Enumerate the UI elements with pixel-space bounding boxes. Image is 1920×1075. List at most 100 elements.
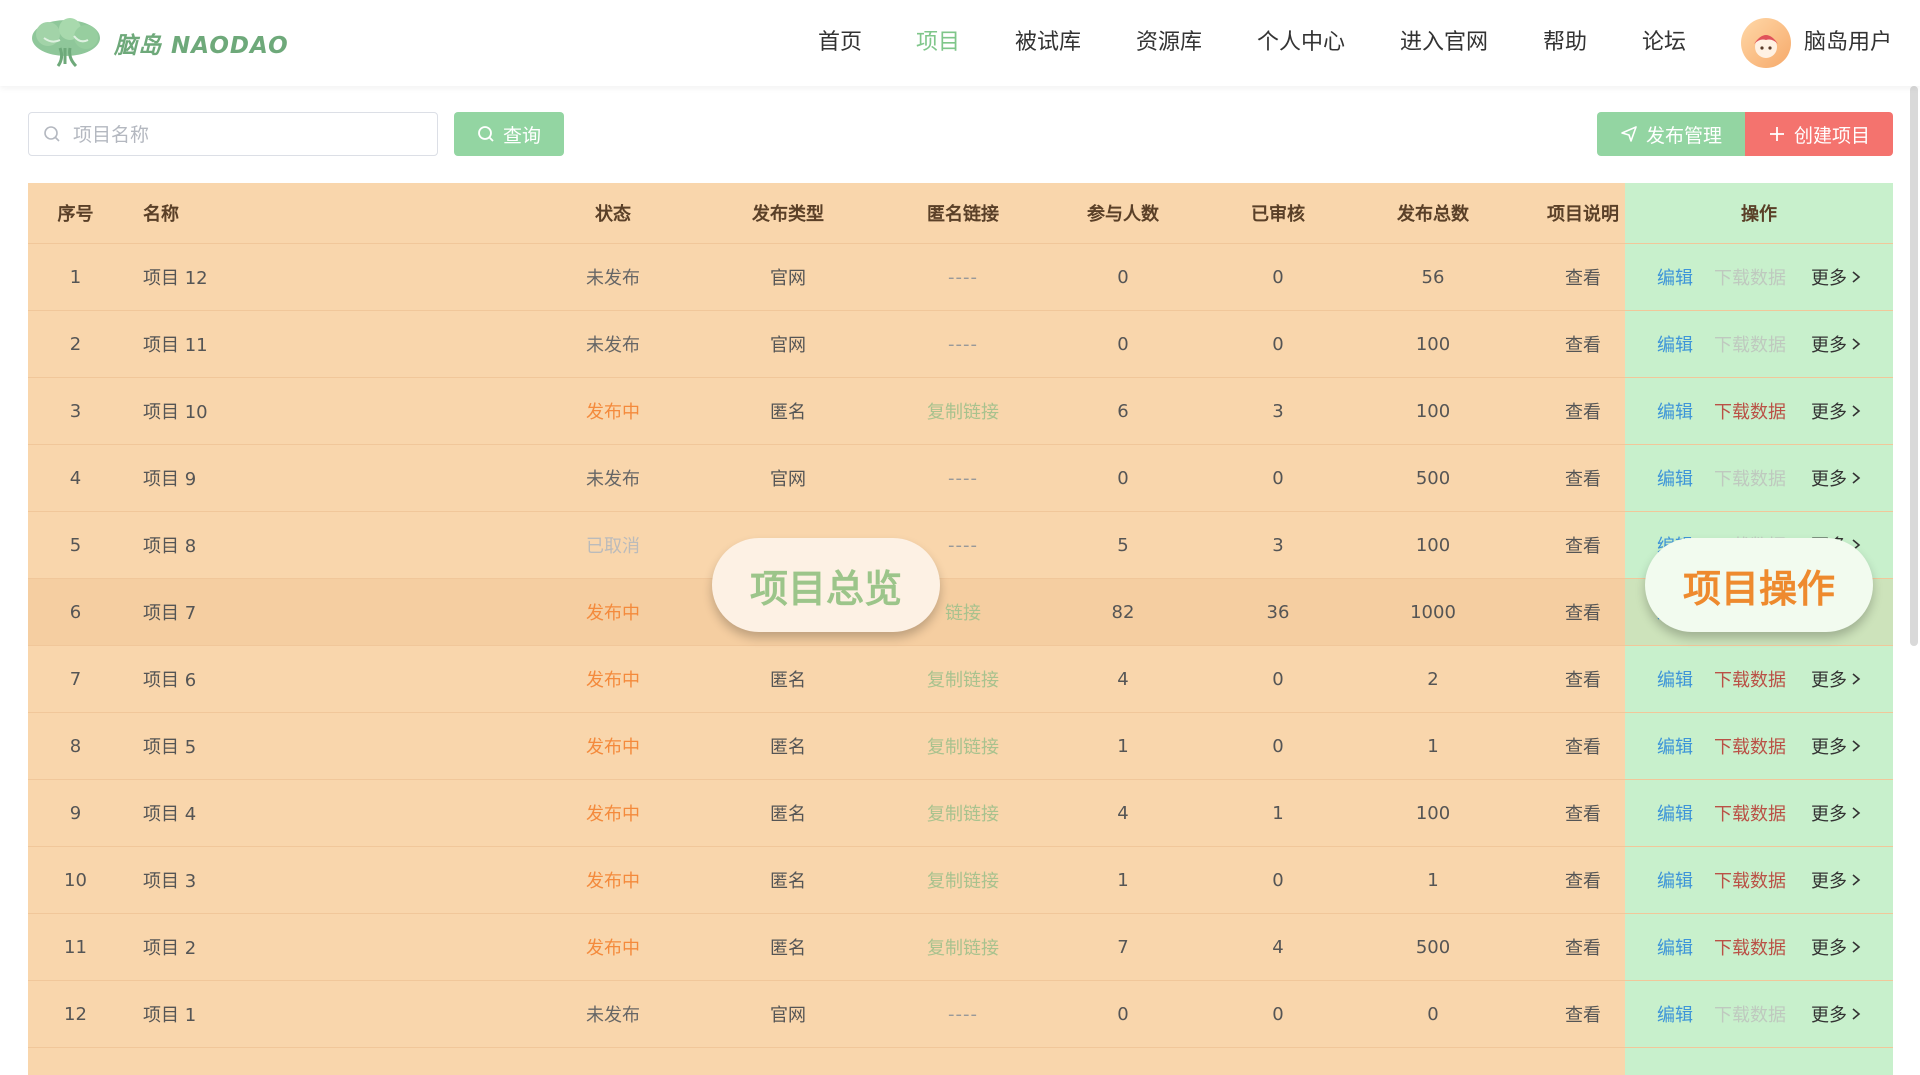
user-name[interactable]: 脑岛用户	[1804, 0, 1892, 86]
row-download-button[interactable]: 下载数据	[1714, 378, 1786, 444]
nav-official-site[interactable]: 进入官网	[1400, 0, 1488, 86]
nav-projects[interactable]: 项目	[916, 0, 960, 86]
row-index: 2	[69, 333, 82, 355]
row-status: 未发布	[586, 1005, 640, 1026]
nav-subject-pool[interactable]: 被试库	[1015, 0, 1081, 86]
row-project-name: 项目 11	[143, 335, 208, 356]
row-download-button[interactable]: 下载数据	[1714, 847, 1786, 913]
nav-resources[interactable]: 资源库	[1136, 0, 1202, 86]
row-view-description[interactable]: 查看	[1488, 646, 1678, 712]
row-view-description[interactable]: 查看	[1488, 244, 1678, 310]
row-more-label: 更多	[1811, 670, 1847, 691]
row-index: 7	[69, 668, 82, 690]
row-index: 9	[69, 802, 82, 824]
row-more-button[interactable]: 更多	[1811, 914, 1861, 980]
row-more-label: 更多	[1811, 804, 1847, 825]
row-more-button[interactable]: 更多	[1811, 780, 1861, 846]
query-button[interactable]: 查询	[454, 112, 564, 156]
row-view-description[interactable]: 查看	[1488, 311, 1678, 377]
row-edit-button[interactable]: 编辑	[1657, 713, 1693, 779]
create-project-button[interactable]: 创建项目	[1745, 112, 1893, 156]
row-status: 未发布	[586, 268, 640, 289]
row-more-button[interactable]: 更多	[1811, 713, 1861, 779]
row-download-button[interactable]: 下载数据	[1714, 780, 1786, 846]
project-name-input[interactable]	[71, 113, 430, 157]
row-status: 发布中	[586, 871, 640, 892]
page-scrollbar[interactable]	[1910, 86, 1918, 646]
brand-name: 脑岛 NAODAO	[114, 33, 289, 59]
nav-home[interactable]: 首页	[818, 0, 862, 86]
row-project-name: 项目 7	[143, 603, 197, 624]
brand-logo[interactable]: 脑岛 NAODAO	[30, 16, 289, 70]
row-index: 10	[64, 869, 87, 891]
send-icon	[1621, 126, 1637, 142]
row-more-button[interactable]: 更多	[1811, 311, 1861, 377]
row-publish-type: 匿名	[770, 938, 806, 959]
row-download-button[interactable]: 下载数据	[1714, 646, 1786, 712]
row-download-button: 下载数据	[1714, 469, 1786, 490]
row-project-name: 项目 5	[143, 737, 197, 758]
publish-management-button[interactable]: 发布管理	[1597, 112, 1745, 156]
row-index: 1	[69, 266, 82, 288]
row-edit-button[interactable]: 编辑	[1657, 646, 1693, 712]
row-view-description[interactable]: 查看	[1488, 780, 1678, 846]
plus-icon	[1769, 127, 1784, 141]
row-edit-button[interactable]: 编辑	[1657, 311, 1693, 377]
row-edit-button[interactable]: 编辑	[1657, 780, 1693, 846]
table-row: 2 项目 11 未发布 官网 ---- 0 0 100 查看 编辑 下载数据 更多	[28, 311, 1893, 378]
user-avatar[interactable]	[1741, 18, 1791, 68]
nav-personal-center[interactable]: 个人中心	[1257, 0, 1345, 86]
chevron-right-icon	[1852, 405, 1861, 417]
nav-help[interactable]: 帮助	[1543, 0, 1587, 86]
project-search	[28, 112, 438, 157]
row-view-description[interactable]: 查看	[1488, 981, 1678, 1047]
header-publish-type: 发布类型	[752, 204, 824, 225]
row-view-description[interactable]: 查看	[1488, 445, 1678, 511]
row-view-description[interactable]: 查看	[1488, 914, 1678, 980]
row-publish-type: 匿名	[770, 402, 806, 423]
row-more-label: 更多	[1811, 938, 1847, 959]
row-download-button: 下载数据	[1714, 335, 1786, 356]
row-publish-type: 官网	[770, 1005, 806, 1026]
row-download-button[interactable]: 下载数据	[1714, 914, 1786, 980]
row-download-button[interactable]: 下载数据	[1714, 713, 1786, 779]
row-download-button: 下载数据	[1714, 268, 1786, 289]
table-row: 8 项目 5 发布中 匿名 复制链接 1 0 1 查看 编辑 下载数据 更多	[28, 713, 1893, 780]
row-status: 发布中	[586, 603, 640, 624]
row-download-button: 下载数据	[1714, 1005, 1786, 1026]
table-row: 6项目 7发布中链接82361000查看编辑下载数据更多	[28, 579, 1893, 646]
row-more-label: 更多	[1811, 268, 1847, 289]
row-index: 11	[64, 936, 87, 958]
nav-forum[interactable]: 论坛	[1642, 0, 1686, 86]
row-view-description[interactable]: 查看	[1488, 847, 1678, 913]
row-index: 6	[69, 601, 82, 623]
row-status: 发布中	[586, 402, 640, 423]
query-button-label: 查询	[502, 124, 541, 147]
row-more-button[interactable]: 更多	[1811, 445, 1861, 511]
row-edit-button[interactable]: 编辑	[1657, 914, 1693, 980]
avatar-face-icon	[1754, 35, 1778, 58]
row-index: 4	[69, 467, 82, 489]
search-icon	[478, 126, 494, 142]
row-more-label: 更多	[1811, 402, 1847, 423]
row-project-name: 项目 9	[143, 469, 197, 490]
row-view-description[interactable]: 查看	[1488, 378, 1678, 444]
row-edit-button[interactable]: 编辑	[1657, 445, 1693, 511]
row-edit-button[interactable]: 编辑	[1657, 847, 1693, 913]
row-more-button[interactable]: 更多	[1811, 646, 1861, 712]
row-edit-button[interactable]: 编辑	[1657, 244, 1693, 310]
header-name: 名称	[143, 204, 179, 225]
row-more-button[interactable]: 更多	[1811, 244, 1861, 310]
row-view-description[interactable]: 查看	[1488, 713, 1678, 779]
row-edit-button[interactable]: 编辑	[1657, 981, 1693, 1047]
row-more-button[interactable]: 更多	[1811, 378, 1861, 444]
row-more-button[interactable]: 更多	[1811, 847, 1861, 913]
row-publish-type: 官网	[770, 469, 806, 490]
chevron-right-icon	[1852, 1008, 1861, 1020]
operations-label: 项目操作	[1645, 538, 1873, 632]
row-more-button[interactable]: 更多	[1811, 981, 1861, 1047]
row-edit-button[interactable]: 编辑	[1657, 378, 1693, 444]
row-index: 3	[69, 400, 82, 422]
row-project-name: 项目 1	[143, 1005, 197, 1026]
row-publish-type: 匿名	[770, 804, 806, 825]
